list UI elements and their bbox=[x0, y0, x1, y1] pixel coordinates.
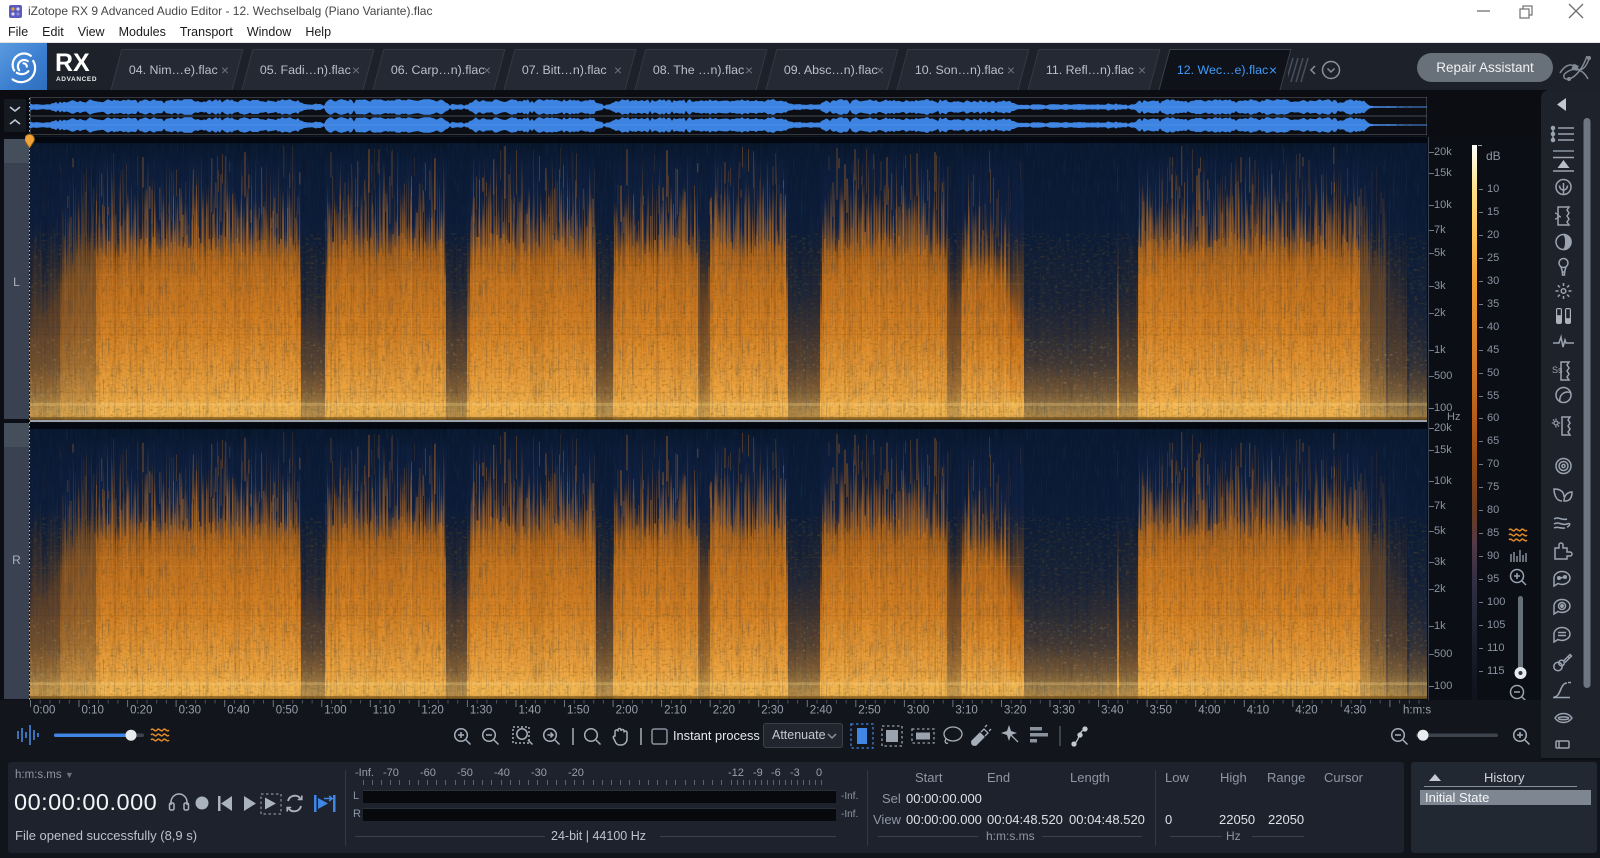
svg-text:3:10: 3:10 bbox=[955, 705, 977, 717]
svg-text:2:40: 2:40 bbox=[810, 705, 832, 717]
svg-text:0:20: 0:20 bbox=[130, 705, 152, 717]
svg-text:1:50: 1:50 bbox=[567, 705, 589, 717]
svg-text:2:10: 2:10 bbox=[664, 705, 686, 717]
svg-text:2:30: 2:30 bbox=[761, 705, 783, 717]
svg-text:-60: -60 bbox=[420, 767, 436, 779]
svg-text:0:30: 0:30 bbox=[179, 705, 201, 717]
svg-text:3:30: 3:30 bbox=[1053, 705, 1075, 717]
svg-text:0:50: 0:50 bbox=[276, 705, 298, 717]
svg-text:-3: -3 bbox=[790, 767, 800, 779]
svg-text:2:50: 2:50 bbox=[858, 705, 880, 717]
svg-text:1:20: 1:20 bbox=[421, 705, 443, 717]
svg-text:2:20: 2:20 bbox=[713, 705, 735, 717]
svg-text:-20: -20 bbox=[568, 767, 584, 779]
svg-text:-Inf.: -Inf. bbox=[355, 767, 374, 779]
svg-text:3:20: 3:20 bbox=[1004, 705, 1026, 717]
svg-text:-70: -70 bbox=[383, 767, 399, 779]
svg-text:3:00: 3:00 bbox=[907, 705, 929, 717]
svg-text:-40: -40 bbox=[494, 767, 510, 779]
svg-text:1:10: 1:10 bbox=[373, 705, 395, 717]
svg-text:0:40: 0:40 bbox=[227, 705, 249, 717]
svg-text:-6: -6 bbox=[771, 767, 781, 779]
svg-text:4:20: 4:20 bbox=[1295, 705, 1317, 717]
svg-text:Ss: Ss bbox=[1552, 365, 1563, 375]
svg-text:1:40: 1:40 bbox=[519, 705, 541, 717]
svg-text:-30: -30 bbox=[531, 767, 547, 779]
svg-text:h:m:s: h:m:s bbox=[1403, 705, 1431, 717]
svg-text:3:50: 3:50 bbox=[1150, 705, 1172, 717]
svg-text:-12: -12 bbox=[728, 767, 744, 779]
svg-text:4:10: 4:10 bbox=[1247, 705, 1269, 717]
svg-text:1:30: 1:30 bbox=[470, 705, 492, 717]
svg-text:4:00: 4:00 bbox=[1198, 705, 1220, 717]
svg-text:0:00: 0:00 bbox=[33, 705, 55, 717]
svg-text:-50: -50 bbox=[457, 767, 473, 779]
svg-text:0: 0 bbox=[816, 767, 822, 779]
svg-text:2:00: 2:00 bbox=[616, 705, 638, 717]
svg-text:3:40: 3:40 bbox=[1101, 705, 1123, 717]
svg-text:0:10: 0:10 bbox=[82, 705, 104, 717]
svg-text:4:30: 4:30 bbox=[1344, 705, 1366, 717]
svg-text:-9: -9 bbox=[753, 767, 763, 779]
svg-text:1:00: 1:00 bbox=[324, 705, 346, 717]
